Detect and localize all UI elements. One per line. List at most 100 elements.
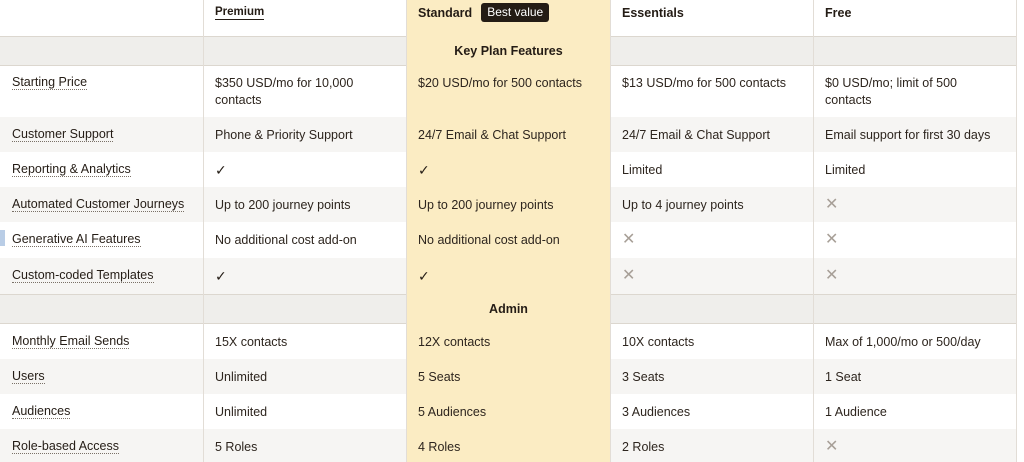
premium-value: 15X contacts <box>215 335 288 349</box>
essentials-value: 24/7 Email & Chat Support <box>622 128 770 142</box>
feature-cell[interactable]: Starting Price <box>0 66 203 117</box>
standard-value: 24/7 Email & Chat Support <box>418 128 566 142</box>
standard-plan-title: Standard <box>418 6 473 20</box>
section-title: Admin <box>489 302 528 316</box>
pricing-comparison-page: Premium Standard Best value Essentials F… <box>0 0 1024 462</box>
header-free: Free <box>813 0 1017 36</box>
free-cell: Email support for first 30 days <box>813 117 1017 152</box>
column-divider <box>406 0 407 462</box>
feature-cell[interactable]: Role-based Access <box>0 429 203 462</box>
table-row: Custom-coded Templates ✓ ✓ ✕ ✕ <box>0 258 1017 294</box>
free-value: 1 Seat <box>825 370 862 384</box>
standard-cell: $20 USD/mo for 500 contacts <box>406 66 610 117</box>
essentials-cell: ✕ <box>610 258 813 294</box>
column-divider <box>813 0 814 462</box>
feature-cell[interactable]: Users <box>0 359 203 394</box>
table-row: Automated Customer Journeys Up to 200 jou… <box>0 187 1017 222</box>
column-divider <box>1016 0 1017 462</box>
column-divider <box>203 0 204 462</box>
free-value: Limited <box>825 163 866 177</box>
standard-cell: 5 Seats <box>406 359 610 394</box>
feature-label[interactable]: Customer Support <box>12 127 114 142</box>
premium-value: Unlimited <box>215 405 268 419</box>
essentials-cell: 3 Audiences <box>610 394 813 429</box>
feature-label[interactable]: Starting Price <box>12 75 88 90</box>
check-icon: ✓ <box>215 162 227 178</box>
premium-cell: Unlimited <box>203 394 406 429</box>
essentials-cell: Up to 4 journey points <box>610 187 813 222</box>
cross-icon: ✕ <box>622 267 636 284</box>
feature-cell[interactable]: Automated Customer Journeys <box>0 187 203 222</box>
feature-label[interactable]: Automated Customer Journeys <box>12 197 185 212</box>
essentials-cell: $13 USD/mo for 500 contacts <box>610 66 813 117</box>
free-cell: ✕ <box>813 222 1017 258</box>
feature-cell[interactable]: Reporting & Analytics <box>0 152 203 187</box>
feature-label[interactable]: Reporting & Analytics <box>12 162 131 177</box>
cross-icon: ✕ <box>825 267 839 284</box>
table-row: Role-based Access 5 Roles 4 Roles 2 Roles ✕ <box>0 429 1017 462</box>
free-value: Max of 1,000/mo or 500/day <box>825 335 981 349</box>
check-icon: ✓ <box>215 268 227 284</box>
premium-cell: Up to 200 journey points <box>203 187 406 222</box>
table-row: Customer Support Phone & Priority Support… <box>0 117 1017 152</box>
feature-label[interactable]: Audiences <box>12 404 71 419</box>
premium-value: Up to 200 journey points <box>215 198 351 212</box>
premium-value: 5 Roles <box>215 440 258 454</box>
free-cell: 1 Seat <box>813 359 1017 394</box>
premium-cell: No additional cost add-on <box>203 222 406 258</box>
feature-cell[interactable]: Customer Support <box>0 117 203 152</box>
essentials-value: 10X contacts <box>622 335 695 349</box>
standard-cell: 24/7 Email & Chat Support <box>406 117 610 152</box>
essentials-value: Up to 4 journey points <box>622 198 744 212</box>
feature-label[interactable]: Role-based Access <box>12 439 120 454</box>
essentials-cell: Limited <box>610 152 813 187</box>
free-cell: 1 Audience <box>813 394 1017 429</box>
premium-value: Phone & Priority Support <box>215 128 353 142</box>
essentials-value: 3 Seats <box>622 370 665 384</box>
premium-cell: Phone & Priority Support <box>203 117 406 152</box>
premium-value: Unlimited <box>215 370 268 384</box>
free-cell: ✕ <box>813 187 1017 222</box>
table-row: Monthly Email Sends 15X contacts 12X conta… <box>0 324 1017 359</box>
header-essentials: Essentials <box>610 0 813 36</box>
premium-plan-link[interactable]: Premium <box>215 6 265 20</box>
cross-icon: ✕ <box>825 231 839 248</box>
plan-comparison-table: Premium Standard Best value Essentials F… <box>0 0 1017 462</box>
essentials-plan-title: Essentials <box>622 6 684 20</box>
feature-cell[interactable]: Generative AI Features <box>0 222 203 258</box>
feature-label[interactable]: Generative AI Features <box>12 232 141 247</box>
free-cell: $0 USD/mo; limit of 500 contacts <box>813 66 1017 117</box>
free-plan-title: Free <box>825 6 852 20</box>
header-premium[interactable]: Premium <box>203 0 406 36</box>
table-header: Premium Standard Best value Essentials F… <box>0 0 1017 36</box>
essentials-cell: ✕ <box>610 222 813 258</box>
essentials-cell: 10X contacts <box>610 324 813 359</box>
standard-cell: 4 Roles <box>406 429 610 462</box>
free-value: 1 Audience <box>825 405 887 419</box>
table-row: Audiences Unlimited 5 Audiences 3 Audiences… <box>0 394 1017 429</box>
essentials-cell: 24/7 Email & Chat Support <box>610 117 813 152</box>
cross-icon: ✕ <box>825 196 839 213</box>
essentials-value: 3 Audiences <box>622 405 691 419</box>
feature-label[interactable]: Users <box>12 369 45 384</box>
standard-value: 4 Roles <box>418 440 461 454</box>
free-cell: Max of 1,000/mo or 500/day <box>813 324 1017 359</box>
essentials-value: $13 USD/mo for 500 contacts <box>622 76 786 90</box>
cross-icon: ✕ <box>622 231 636 248</box>
feature-cell[interactable]: Monthly Email Sends <box>0 324 203 359</box>
standard-cell: ✓ <box>406 152 610 187</box>
free-value: Email support for first 30 days <box>825 128 991 142</box>
feature-label[interactable]: Monthly Email Sends <box>12 334 130 349</box>
essentials-value: Limited <box>622 163 663 177</box>
standard-cell: 5 Audiences <box>406 394 610 429</box>
feature-cell[interactable]: Custom-coded Templates <box>0 258 203 294</box>
table-row: Reporting & Analytics ✓ ✓ Limited Limited <box>0 152 1017 187</box>
table-row: Users Unlimited 5 Seats 3 Seats 1 Seat <box>0 359 1017 394</box>
premium-cell: ✓ <box>203 258 406 294</box>
feature-label[interactable]: Custom-coded Templates <box>12 268 154 283</box>
best-value-badge: Best value <box>481 3 550 22</box>
feature-cell[interactable]: Audiences <box>0 394 203 429</box>
cross-icon: ✕ <box>825 438 839 455</box>
free-cell: Limited <box>813 152 1017 187</box>
section-title: Key Plan Features <box>454 44 563 58</box>
